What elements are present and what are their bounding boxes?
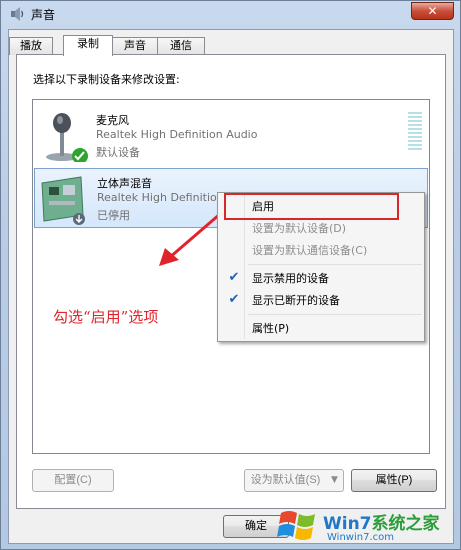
sound-card-icon (41, 176, 85, 225)
properties-button[interactable]: 属性(P) (351, 469, 437, 492)
tab-label: 通信 (170, 39, 192, 52)
watermark-brand: Win7系统之家 (323, 514, 440, 534)
menu-item-label: 显示禁用的设备 (252, 272, 329, 285)
device-name: 立体声混音 (97, 177, 152, 190)
checkmark-icon: ✔ (228, 292, 240, 307)
menu-item-label: 显示已断开的设备 (252, 294, 340, 307)
highlight-box-annotation (224, 193, 399, 220)
device-name: 麦克风 (96, 114, 129, 127)
device-description: Realtek High Definition Audio (96, 128, 258, 141)
microphone-icon (46, 113, 88, 162)
instruction-text: 选择以下录制设备来修改设置: (33, 73, 180, 86)
set-default-dropdown-button[interactable]: ▼ (326, 469, 344, 492)
tab-playback[interactable]: 播放 (9, 37, 53, 55)
device-item-microphone[interactable]: 麦克风 Realtek High Definition Audio 默认设备 (34, 106, 428, 166)
menu-item-set-default-comm-device[interactable]: 设置为默认通信设备(C) (220, 240, 422, 262)
menu-item-show-disabled-devices[interactable]: ✔ 显示禁用的设备 (220, 268, 422, 290)
tab-communications[interactable]: 通信 (157, 37, 205, 55)
default-check-icon (72, 148, 88, 162)
configure-button[interactable]: 配置(C) (32, 469, 114, 492)
speaker-icon (11, 7, 24, 21)
device-status: 默认设备 (96, 146, 140, 159)
sound-dialog-window: 声音 ✕ 播放 录制 声音 通信 选择以下录制设备来修改设置: 麦克风 Real… (0, 0, 461, 550)
device-status: 已停用 (97, 209, 130, 222)
close-button[interactable]: ✕ (411, 2, 454, 20)
watermark-url: Winwin7.com (327, 532, 394, 543)
set-default-button[interactable]: 设为默认值(S) (244, 469, 327, 492)
tab-sounds[interactable]: 声音 (112, 37, 158, 55)
checkmark-icon: ✔ (228, 270, 240, 285)
chevron-down-icon: ▼ (331, 475, 338, 485)
windows-logo-icon (277, 511, 315, 540)
watermark: Win7系统之家 Winwin7.com (273, 501, 461, 550)
menu-item-label: 设置为默认设备(D) (252, 222, 347, 235)
menu-item-properties[interactable]: 属性(P) (220, 318, 422, 340)
tab-label: 声音 (124, 39, 146, 52)
menu-item-label: 属性(P) (252, 322, 290, 335)
tab-recording[interactable]: 录制 (63, 35, 113, 56)
tab-label: 播放 (20, 39, 42, 52)
close-icon: ✕ (427, 4, 438, 18)
menu-item-show-disconnected-devices[interactable]: ✔ 显示已断开的设备 (220, 290, 422, 312)
menu-item-label: 设置为默认通信设备(C) (252, 244, 368, 257)
level-meter (408, 112, 422, 152)
menu-item-set-default-device[interactable]: 设置为默认设备(D) (220, 218, 422, 240)
window-title: 声音 (31, 8, 56, 22)
tab-label: 录制 (77, 37, 99, 50)
instruction-annotation: 勾选“启用”选项 (53, 308, 159, 326)
title-bar[interactable]: 声音 ✕ (1, 1, 460, 27)
